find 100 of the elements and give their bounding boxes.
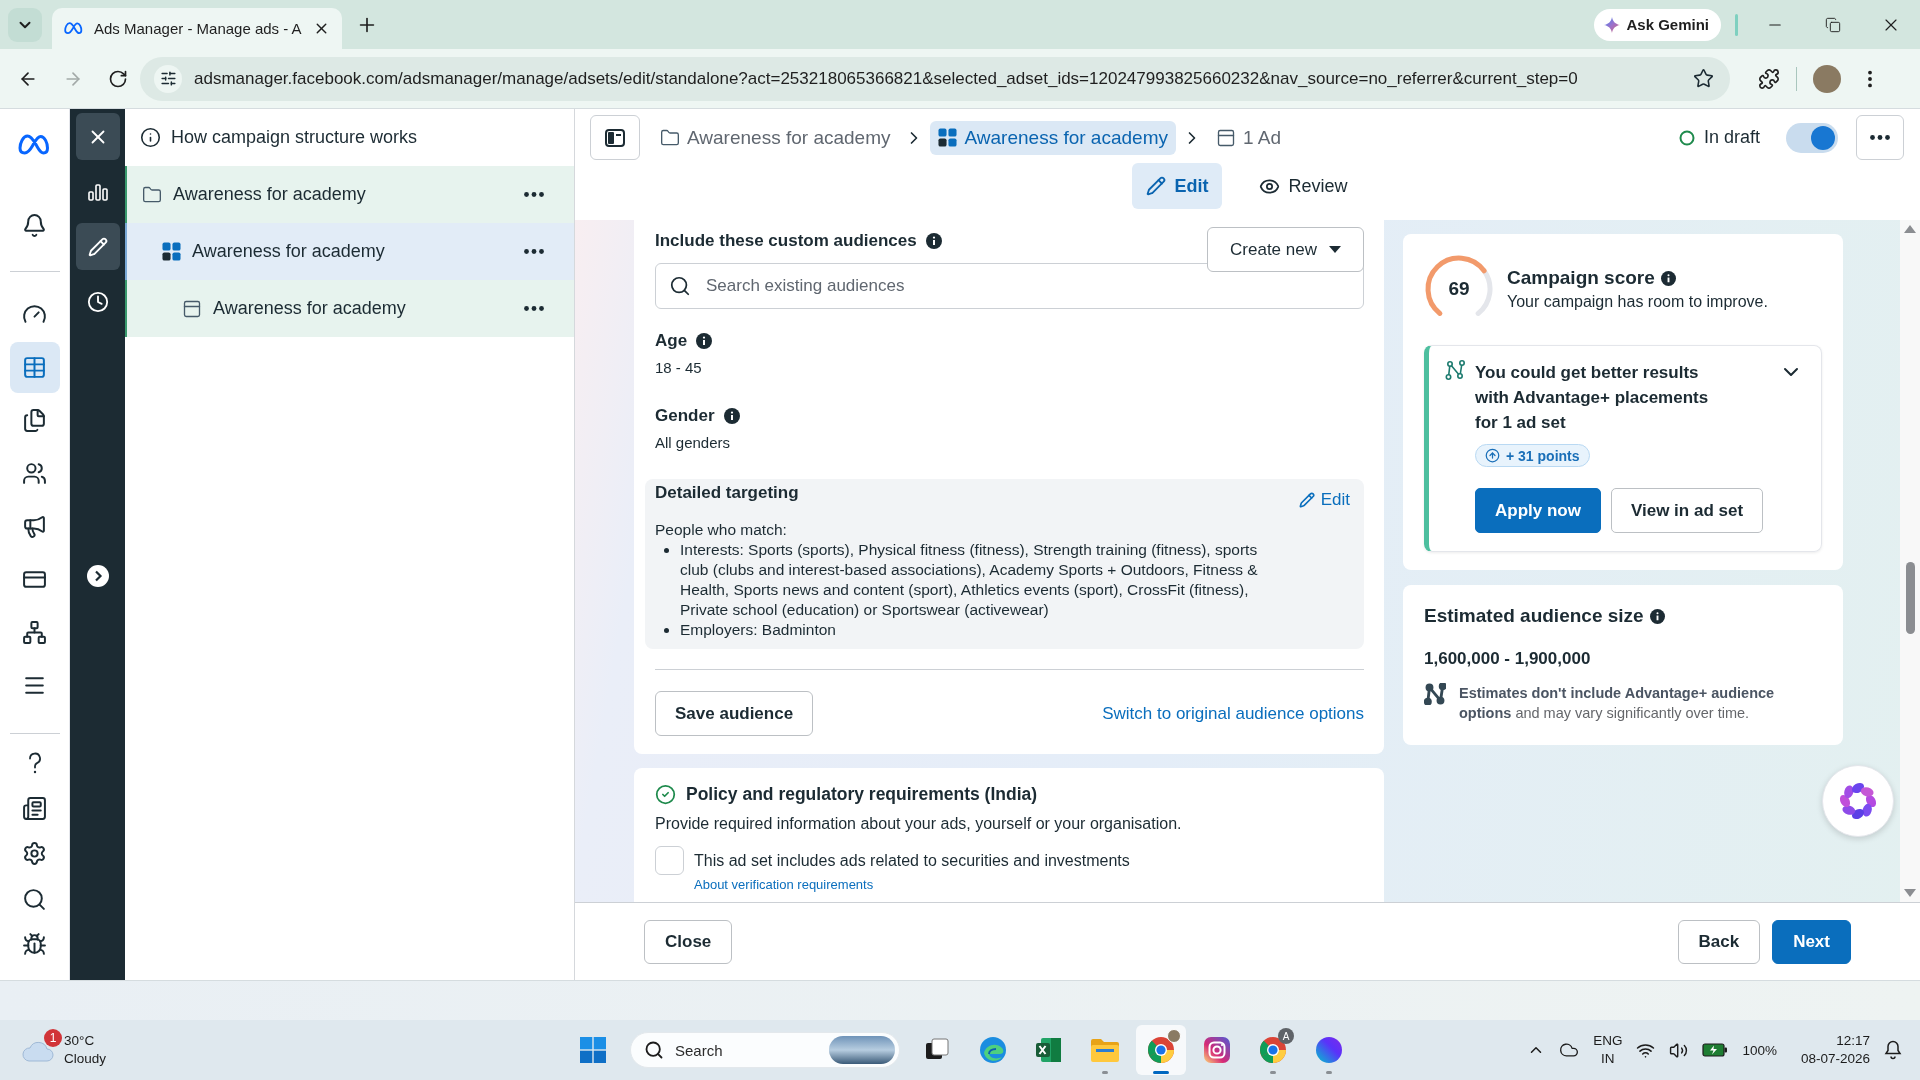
scrollbar-thumb[interactable] bbox=[1905, 562, 1915, 634]
clock-date: 08-07-2026 bbox=[1800, 1050, 1870, 1068]
photo-placeholder bbox=[829, 1036, 895, 1064]
excel-icon bbox=[1035, 1036, 1063, 1064]
panel-toggle-button[interactable] bbox=[590, 115, 640, 160]
targeting-item: Employers: Badminton bbox=[680, 620, 836, 640]
sparkle-icon bbox=[1604, 16, 1621, 33]
bug-icon bbox=[22, 932, 47, 958]
restore-icon[interactable] bbox=[1825, 16, 1841, 33]
clock-time: 12:17 bbox=[1836, 1032, 1870, 1050]
cloud-icon[interactable] bbox=[1559, 1040, 1580, 1060]
next-button[interactable]: Next bbox=[1772, 919, 1851, 964]
info-icon[interactable] bbox=[1649, 608, 1665, 624]
close-panel-button[interactable] bbox=[75, 113, 120, 160]
assistant-button[interactable] bbox=[1822, 765, 1894, 837]
documents-icon bbox=[22, 408, 47, 433]
close-button[interactable]: Close bbox=[644, 919, 733, 964]
caret-icon bbox=[1328, 246, 1341, 253]
scroll-down-icon[interactable] bbox=[1904, 889, 1916, 897]
table-icon bbox=[22, 355, 47, 380]
tree-row[interactable]: Awareness for academy bbox=[125, 223, 574, 280]
more-button[interactable] bbox=[1856, 115, 1904, 160]
scroll-up-icon[interactable] bbox=[1904, 225, 1916, 233]
audience-note: Estimates don't include Advantage+ audience options and may vary significantly over time. bbox=[1459, 684, 1776, 723]
gradient-circle-icon bbox=[1315, 1036, 1343, 1064]
address-bar[interactable]: adsmanager.facebook.com/adsmanager/manage/adsets/edit/standalone?act=253218065366821&selected_adset_ids=120247993825660232&nav_source=no_referrer&current_step=0 bbox=[140, 56, 1730, 101]
bullet-icon bbox=[664, 548, 669, 553]
apply-button[interactable]: Apply now bbox=[1475, 488, 1601, 533]
info-icon[interactable] bbox=[925, 233, 942, 249]
section-label: Age bbox=[655, 331, 688, 351]
tool-button[interactable] bbox=[75, 223, 120, 270]
reload-icon[interactable] bbox=[108, 68, 128, 89]
checkbox-label: This ad set includes ads related to securities and investments bbox=[694, 851, 1130, 870]
help-link[interactable]: How campaign structure works bbox=[171, 127, 418, 148]
avatar[interactable] bbox=[1813, 64, 1841, 93]
view-button[interactable]: View in ad set bbox=[1610, 488, 1764, 533]
gemini-button[interactable]: Ask Gemini bbox=[1594, 8, 1721, 41]
edge-icon bbox=[979, 1036, 1007, 1064]
mode-tab[interactable]: Review bbox=[1245, 163, 1362, 209]
taskbar-app-button[interactable]: A bbox=[1248, 1025, 1298, 1075]
info-icon[interactable] bbox=[1660, 270, 1676, 286]
targeting-intro: People who match: bbox=[655, 520, 788, 540]
more-icon[interactable] bbox=[524, 192, 544, 197]
status-label: In draft bbox=[1703, 127, 1760, 148]
sliders-icon bbox=[159, 70, 177, 87]
search-icon bbox=[22, 886, 47, 912]
score-subtitle: Your campaign has room to improve. bbox=[1507, 293, 1768, 311]
arrow-up-circle-icon bbox=[1485, 448, 1500, 463]
instagram-icon bbox=[1203, 1036, 1231, 1064]
megaphone-icon bbox=[22, 514, 47, 539]
battery-percent: 100% bbox=[1742, 1042, 1777, 1058]
save-audience-button[interactable]: Save audience bbox=[655, 691, 814, 736]
breadcrumb[interactable]: 1 Ad bbox=[1207, 120, 1289, 155]
battery-icon bbox=[1702, 1043, 1729, 1057]
targeting-item: Interests: Sports (sports), Physical fitness (fitness), Strength training (fitness), sports club (clubs and interest-based associations), Academy Sports + Outdoors, Fitness & Health, Sports news and content (sport), Athletics events (sport), CrossFit (fitness), Private school (education) or Sportswear (activewear) bbox=[680, 540, 1259, 620]
info-icon bbox=[140, 127, 161, 148]
verification-link[interactable]: About verification requirements bbox=[694, 877, 874, 893]
mode-tab[interactable]: Edit bbox=[1132, 163, 1223, 209]
notification-bell-icon[interactable] bbox=[1884, 1040, 1902, 1060]
puzzle-icon[interactable] bbox=[1758, 67, 1780, 90]
switch-link[interactable]: Switch to original audience options bbox=[1102, 703, 1364, 724]
breadcrumb[interactable]: Awareness for academy bbox=[930, 120, 1176, 155]
pencil-icon bbox=[87, 236, 108, 257]
more-icon[interactable] bbox=[524, 249, 544, 254]
status-circle-icon bbox=[1678, 129, 1695, 146]
running-indicator bbox=[1326, 1071, 1332, 1074]
bar-chart-icon bbox=[87, 182, 108, 201]
breadcrumb[interactable]: Awareness for academy bbox=[652, 120, 899, 155]
toggle-switch[interactable] bbox=[1786, 122, 1838, 153]
star-icon[interactable] bbox=[1693, 68, 1714, 89]
back-button[interactable]: Back bbox=[1677, 919, 1761, 964]
infinity-logo-icon bbox=[64, 22, 84, 35]
info-icon[interactable] bbox=[696, 333, 713, 349]
card-title: Campaign score bbox=[1507, 267, 1655, 289]
window-icon bbox=[182, 298, 202, 319]
site-info-button[interactable] bbox=[154, 64, 182, 93]
folder-icon bbox=[660, 127, 680, 148]
more-icon[interactable] bbox=[524, 306, 544, 311]
info-icon[interactable] bbox=[723, 408, 740, 424]
age-value: 18 - 45 bbox=[655, 358, 703, 378]
checkbox[interactable] bbox=[655, 846, 684, 875]
create-new-dropdown[interactable]: Create new bbox=[1207, 227, 1364, 272]
running-indicator bbox=[1102, 1071, 1108, 1074]
check-circle-icon bbox=[655, 783, 676, 805]
search-icon bbox=[644, 1040, 664, 1060]
targeting-title: Detailed targeting bbox=[655, 482, 799, 504]
tree-row[interactable]: Awareness for academy bbox=[125, 280, 574, 337]
help-icon bbox=[26, 750, 43, 775]
start-icon bbox=[580, 1037, 606, 1063]
nodes-icon bbox=[1424, 683, 1446, 705]
edit-link[interactable]: Edit bbox=[1298, 490, 1350, 510]
tree-row[interactable]: Awareness for academy bbox=[125, 166, 574, 223]
search-field[interactable]: Search existing audiences bbox=[655, 263, 1364, 309]
weather-condition: Cloudy bbox=[64, 1050, 107, 1068]
tab-search-button[interactable] bbox=[8, 7, 42, 42]
infinity-logo-icon bbox=[17, 134, 52, 156]
network-icon bbox=[22, 620, 47, 645]
split-panel-icon bbox=[605, 128, 625, 147]
browser-tab[interactable]: Ads Manager - Manage ads - A bbox=[52, 8, 342, 49]
pencil-icon bbox=[1146, 176, 1167, 196]
